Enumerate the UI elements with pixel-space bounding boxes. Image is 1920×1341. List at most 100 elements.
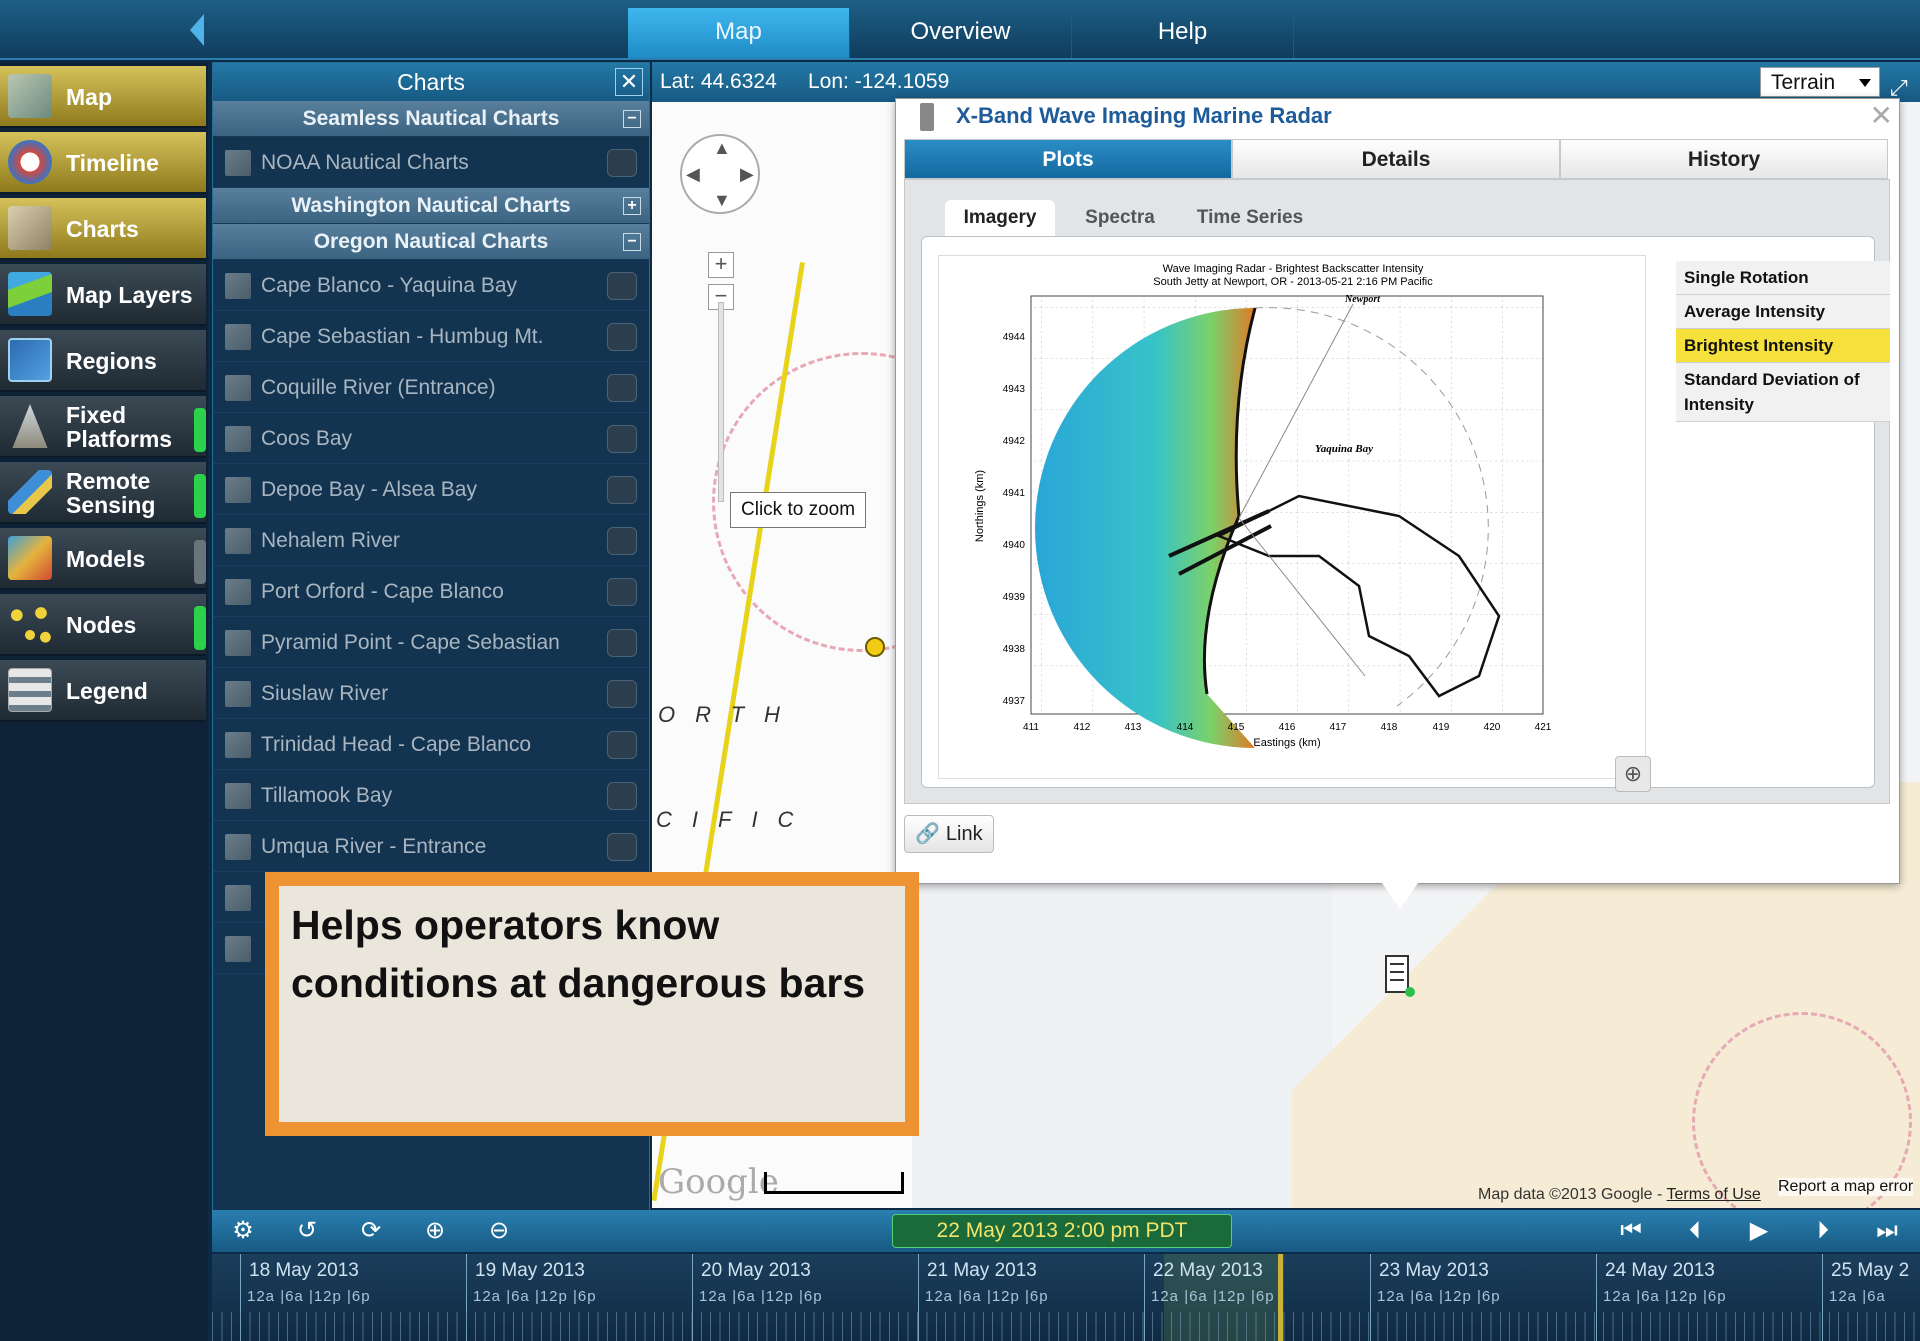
zoom-in-icon[interactable]: ⊕ [420,1216,450,1246]
back-arrow-icon[interactable] [190,14,204,46]
list-item[interactable]: Nehalem River [213,515,649,566]
pan-control[interactable]: ▲ ▼ ◀ ▶ [680,134,760,214]
list-item[interactable]: Umqua River - Entrance [213,821,649,872]
mode-std-deviation[interactable]: Standard Deviation of Intensity [1676,363,1890,422]
subtab-imagery[interactable]: Imagery [945,200,1055,236]
link-button[interactable]: 🔗 Link [904,815,994,853]
x-tick: 413 [1125,722,1142,733]
chart-thumbnail-icon [225,375,251,401]
step-forward-icon[interactable]: ⏵ [1808,1216,1838,1246]
chart-toggle[interactable] [607,272,637,300]
zoom-image-button[interactable]: ⊕ [1615,756,1651,792]
tab-plots[interactable]: Plots [904,139,1232,179]
status-indicator [194,474,206,518]
day-label: 20 May 2013 [701,1260,811,1281]
collapse-icon[interactable]: − [623,110,641,128]
report-map-error-link[interactable]: Report a map error [1778,1178,1914,1196]
tab-overview[interactable]: Overview [850,8,1072,58]
panel-title: Charts [397,69,465,95]
tab-history[interactable]: History [1560,139,1888,179]
pan-up-icon[interactable]: ▲ [713,138,731,159]
list-item[interactable]: Port Orford - Cape Blanco [213,566,649,617]
expand-icon[interactable]: + [623,197,641,215]
skip-to-end-icon[interactable]: ⏭ [1872,1216,1902,1246]
history-icon[interactable]: ↺ [292,1216,322,1246]
chart-toggle[interactable] [607,323,637,351]
section-seamless[interactable]: Seamless Nautical Charts − [213,101,649,137]
list-item[interactable]: Cape Blanco - Yaquina Bay [213,260,649,311]
chart-thumbnail-icon [225,834,251,860]
chart-toggle[interactable] [607,782,637,810]
pan-down-icon[interactable]: ▼ [713,190,731,211]
skip-to-start-icon[interactable]: ⏮ [1616,1216,1646,1246]
chart-toggle[interactable] [607,833,637,861]
chart-toggle[interactable] [607,731,637,759]
sidebar-item-legend[interactable]: Legend [0,660,206,722]
sidebar-item-map[interactable]: Map [0,66,206,128]
list-item[interactable]: Tillamook Bay [213,770,649,821]
list-item[interactable]: Depoe Bay - Alsea Bay [213,464,649,515]
step-back-icon[interactable]: ⏴ [1680,1216,1710,1246]
sidebar-item-fixed-platforms[interactable]: Fixed Platforms [0,396,206,458]
list-item[interactable]: Pyramid Point - Cape Sebastian [213,617,649,668]
chart-name: Umqua River - Entrance [261,835,487,858]
pan-left-icon[interactable]: ◀ [686,164,700,185]
list-item[interactable]: Siuslaw River [213,668,649,719]
zoom-slider[interactable] [718,302,724,502]
sidebar-item-nodes[interactable]: Nodes [0,594,206,656]
mode-average-intensity[interactable]: Average Intensity [1676,295,1890,329]
sidebar-item-remote-sensing[interactable]: Remote Sensing [0,462,206,524]
google-logo: Google [658,1162,779,1202]
section-oregon[interactable]: Oregon Nautical Charts − [213,224,649,260]
zoom-out-icon[interactable]: ⊖ [484,1216,514,1246]
subtab-spectra[interactable]: Spectra [1065,200,1175,236]
sidebar-item-map-layers[interactable]: Map Layers [0,264,206,326]
chart-toggle[interactable] [607,425,637,453]
y-tick: 4940 [1003,540,1026,551]
sidebar-item-regions[interactable]: Regions [0,330,206,392]
play-icon[interactable]: ▶ [1744,1216,1774,1246]
tab-map[interactable]: Map [628,8,850,58]
sidebar-item-models[interactable]: Models [0,528,206,590]
section-washington[interactable]: Washington Nautical Charts + [213,188,649,224]
sidebar-item-charts[interactable]: Charts [0,198,206,260]
zoom-in-button[interactable]: + [708,252,734,278]
subtab-time-series[interactable]: Time Series [1185,200,1315,236]
sidebar-item-timeline[interactable]: Timeline [0,132,206,194]
chart-toggle[interactable] [607,374,637,402]
mode-brightest-intensity[interactable]: Brightest Intensity [1676,329,1890,363]
refresh-icon[interactable]: ⟳ [356,1216,386,1246]
tab-details[interactable]: Details [1232,139,1560,179]
pan-right-icon[interactable]: ▶ [740,164,754,185]
list-item[interactable]: Trinidad Head - Cape Blanco [213,719,649,770]
list-item[interactable]: NOAA Nautical Charts [213,137,649,188]
terms-link[interactable]: Terms of Use [1667,1186,1761,1203]
list-item[interactable]: Coquille River (Entrance) [213,362,649,413]
chart-toggle[interactable] [607,476,637,504]
collapse-icon[interactable]: − [623,233,641,251]
settings-gear-icon[interactable]: ⚙ [228,1216,258,1246]
list-item[interactable]: Cape Sebastian - Humbug Mt. [213,311,649,362]
y-tick: 4942 [1003,436,1026,447]
popup-pointer [1382,883,1418,909]
map-marker[interactable] [865,637,885,657]
timeline[interactable]: 18 May 2013 12a |6a |12p |6p 19 May 2013 1… [212,1254,1920,1341]
chart-toggle[interactable] [607,680,637,708]
y-tick: 4938 [1003,644,1026,655]
close-icon[interactable]: ✕ [1870,99,1893,132]
close-icon[interactable]: ✕ [615,68,643,96]
base-layer-select[interactable]: Terrain [1760,67,1880,97]
hour-labels: 12a |6a |12p |6p [699,1288,823,1305]
chart-toggle[interactable] [607,149,637,177]
list-item[interactable]: Coos Bay [213,413,649,464]
mode-single-rotation[interactable]: Single Rotation [1676,261,1890,295]
chart-toggle[interactable] [607,527,637,555]
current-time-marker[interactable] [1278,1254,1283,1341]
radar-station-icon[interactable] [1382,952,1418,1004]
radar-plot-svg: Wave Imaging Radar - Brightest Backscatt… [974,263,1552,749]
tab-help[interactable]: Help [1072,8,1294,58]
fullscreen-icon[interactable]: ⤢ [1890,68,1916,100]
chart-toggle[interactable] [607,629,637,657]
map-sea-south [912,882,1332,1208]
chart-toggle[interactable] [607,578,637,606]
